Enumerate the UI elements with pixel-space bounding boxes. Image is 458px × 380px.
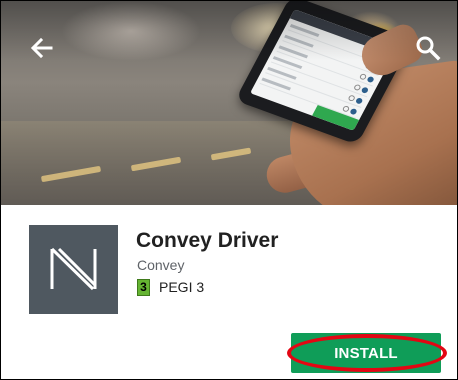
app-bar <box>1 1 457 61</box>
app-icon <box>29 225 118 314</box>
search-button[interactable] <box>413 33 443 63</box>
convey-n-logo-icon <box>50 247 97 291</box>
content-rating: 3 PEGI 3 <box>137 278 204 296</box>
search-icon <box>416 36 441 61</box>
feature-graphic <box>1 1 457 205</box>
play-store-app-page: Convey Driver Convey 3 PEGI 3 INSTALL <box>0 0 458 380</box>
arrow-left-icon <box>30 37 53 59</box>
pegi-badge-icon: 3 <box>137 278 150 296</box>
back-button[interactable] <box>27 33 57 63</box>
app-title: Convey Driver <box>136 229 279 252</box>
content-rating-label: PEGI 3 <box>159 279 205 295</box>
install-button[interactable]: INSTALL <box>291 333 441 373</box>
developer-name[interactable]: Convey <box>137 257 184 273</box>
